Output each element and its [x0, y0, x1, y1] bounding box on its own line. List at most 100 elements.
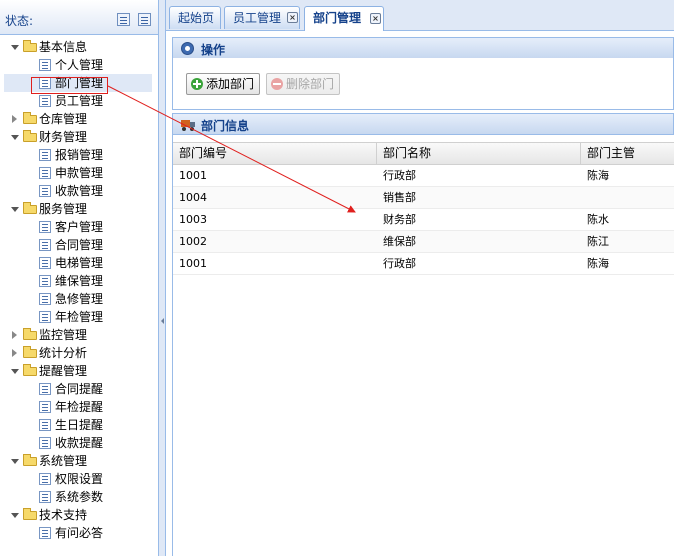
table-row[interactable]: 1002 维保部 陈江	[173, 231, 674, 253]
table-row[interactable]: 1001 行政部 陈海	[173, 253, 674, 275]
tree-node-label: 合同提醒	[55, 382, 104, 396]
tab-employee-management[interactable]: 员工管理 ×	[224, 6, 300, 29]
tree-node[interactable]: 客户管理	[0, 218, 158, 236]
cell-department-name: 行政部	[383, 169, 416, 182]
tree-node[interactable]: 财务管理	[0, 128, 158, 146]
cell-department-manager	[581, 187, 674, 208]
tree-node[interactable]: 电梯管理	[0, 254, 158, 272]
tree-node-label: 系统参数	[55, 490, 104, 504]
folder-icon	[23, 328, 37, 340]
tree-node[interactable]: 年检管理	[0, 308, 158, 326]
folder-icon	[23, 454, 37, 466]
gear-icon	[181, 42, 194, 55]
tree-node[interactable]: 提醒管理	[0, 362, 158, 380]
document-icon	[39, 437, 51, 449]
tree-node[interactable]: 基本信息	[0, 38, 158, 56]
collapse-arrow-icon[interactable]	[11, 207, 19, 212]
tree-node[interactable]: 合同管理	[0, 236, 158, 254]
tab-strip: 起始页 员工管理 × 部门管理 ×	[166, 0, 674, 31]
delete-department-button[interactable]: 删除部门	[266, 73, 340, 95]
add-department-button[interactable]: 添加部门	[186, 73, 260, 95]
tree-node[interactable]: 生日提醒	[0, 416, 158, 434]
tree-node-label: 客户管理	[55, 220, 104, 234]
column-header-name[interactable]: 部门名称	[377, 143, 581, 164]
close-icon[interactable]: ×	[370, 13, 381, 24]
department-info-title: 部门信息	[201, 119, 250, 133]
collapse-arrow-icon[interactable]	[11, 135, 19, 140]
cell-department-manager: 陈海	[587, 169, 609, 182]
tree-node[interactable]: 服务管理	[0, 200, 158, 218]
tree-node[interactable]: 权限设置	[0, 470, 158, 488]
tree-node[interactable]: 收款提醒	[0, 434, 158, 452]
document-icon	[39, 293, 51, 305]
tree-node[interactable]: 年检提醒	[0, 398, 158, 416]
tree-node-label: 收款提醒	[55, 436, 104, 450]
collapse-arrow-icon[interactable]	[11, 45, 19, 50]
tree-node-label: 有问必答	[55, 526, 104, 540]
left-panel-title: 状态:	[5, 14, 34, 28]
operations-panel-header: 操作	[172, 37, 674, 59]
tab-department-management[interactable]: 部门管理 ×	[304, 6, 384, 31]
tab-home[interactable]: 起始页	[169, 6, 221, 29]
document-icon	[39, 491, 51, 503]
tree-node[interactable]: 收款管理	[0, 182, 158, 200]
tree-node[interactable]: 急修管理	[0, 290, 158, 308]
tab-label: 部门管理	[313, 11, 362, 25]
column-header-id[interactable]: 部门编号	[173, 143, 377, 164]
tree-node-label: 技术支持	[39, 508, 88, 522]
expand-all-icon[interactable]	[117, 13, 130, 26]
tree-node-label: 监控管理	[39, 328, 88, 342]
document-icon	[39, 275, 51, 287]
collapse-arrow-icon[interactable]	[11, 513, 19, 518]
collapse-arrow-icon[interactable]	[11, 459, 19, 464]
table-row[interactable]: 1004 销售部	[173, 187, 674, 209]
expand-arrow-icon[interactable]	[12, 115, 17, 123]
tree-node[interactable]: 统计分析	[0, 344, 158, 362]
document-icon	[39, 185, 51, 197]
collapse-arrow-icon[interactable]	[11, 369, 19, 374]
collapse-arrow-icon[interactable]	[161, 318, 164, 324]
tree-node[interactable]: 技术支持	[0, 506, 158, 524]
tree-node[interactable]: 员工管理	[0, 92, 158, 110]
cell-department-id: 1002	[179, 235, 207, 248]
tree-node[interactable]: 维保管理	[0, 272, 158, 290]
left-navigation-panel: 状态: 基本信息 个人管理 部门管理 员工管理 仓库管理 财务管理 报销管理 申款管理 收款管理…	[0, 0, 159, 556]
table-row[interactable]: 1003 财务部 陈水	[173, 209, 674, 231]
left-panel-header: 状态:	[0, 0, 158, 35]
document-icon	[39, 527, 51, 539]
column-header-manager[interactable]: 部门主管	[581, 143, 674, 164]
document-icon	[39, 257, 51, 269]
tree-node[interactable]: 系统管理	[0, 452, 158, 470]
tree-node-label: 电梯管理	[55, 256, 104, 270]
expand-arrow-icon[interactable]	[12, 349, 17, 357]
collapse-all-icon[interactable]	[138, 13, 151, 26]
add-icon	[191, 78, 203, 90]
tree-node-label: 统计分析	[39, 346, 88, 360]
document-icon	[39, 95, 51, 107]
document-icon	[39, 419, 51, 431]
cell-department-id: 1001	[179, 257, 207, 270]
document-icon	[39, 239, 51, 251]
annotation-highlight-box	[31, 77, 108, 94]
tree-node-label: 年检管理	[55, 310, 104, 324]
department-panel-header: 部门信息	[172, 113, 674, 135]
tree-node[interactable]: 仓库管理	[0, 110, 158, 128]
tree-node[interactable]: 系统参数	[0, 488, 158, 506]
tree-node[interactable]: 监控管理	[0, 326, 158, 344]
tree-node[interactable]: 报销管理	[0, 146, 158, 164]
tree-node[interactable]: 有问必答	[0, 524, 158, 542]
tree-node[interactable]: 合同提醒	[0, 380, 158, 398]
tree-node[interactable]: 申款管理	[0, 164, 158, 182]
tree-node-label: 权限设置	[55, 472, 104, 486]
document-icon	[39, 59, 51, 71]
folder-icon	[23, 40, 37, 52]
tree-node-label: 收款管理	[55, 184, 104, 198]
tree-node-label: 年检提醒	[55, 400, 104, 414]
folder-icon	[23, 508, 37, 520]
tree-node[interactable]: 个人管理	[0, 56, 158, 74]
close-icon[interactable]: ×	[287, 12, 298, 23]
panel-splitter[interactable]	[159, 0, 166, 556]
document-icon	[39, 401, 51, 413]
table-row[interactable]: 1001 行政部 陈海	[173, 165, 674, 187]
expand-arrow-icon[interactable]	[12, 331, 17, 339]
